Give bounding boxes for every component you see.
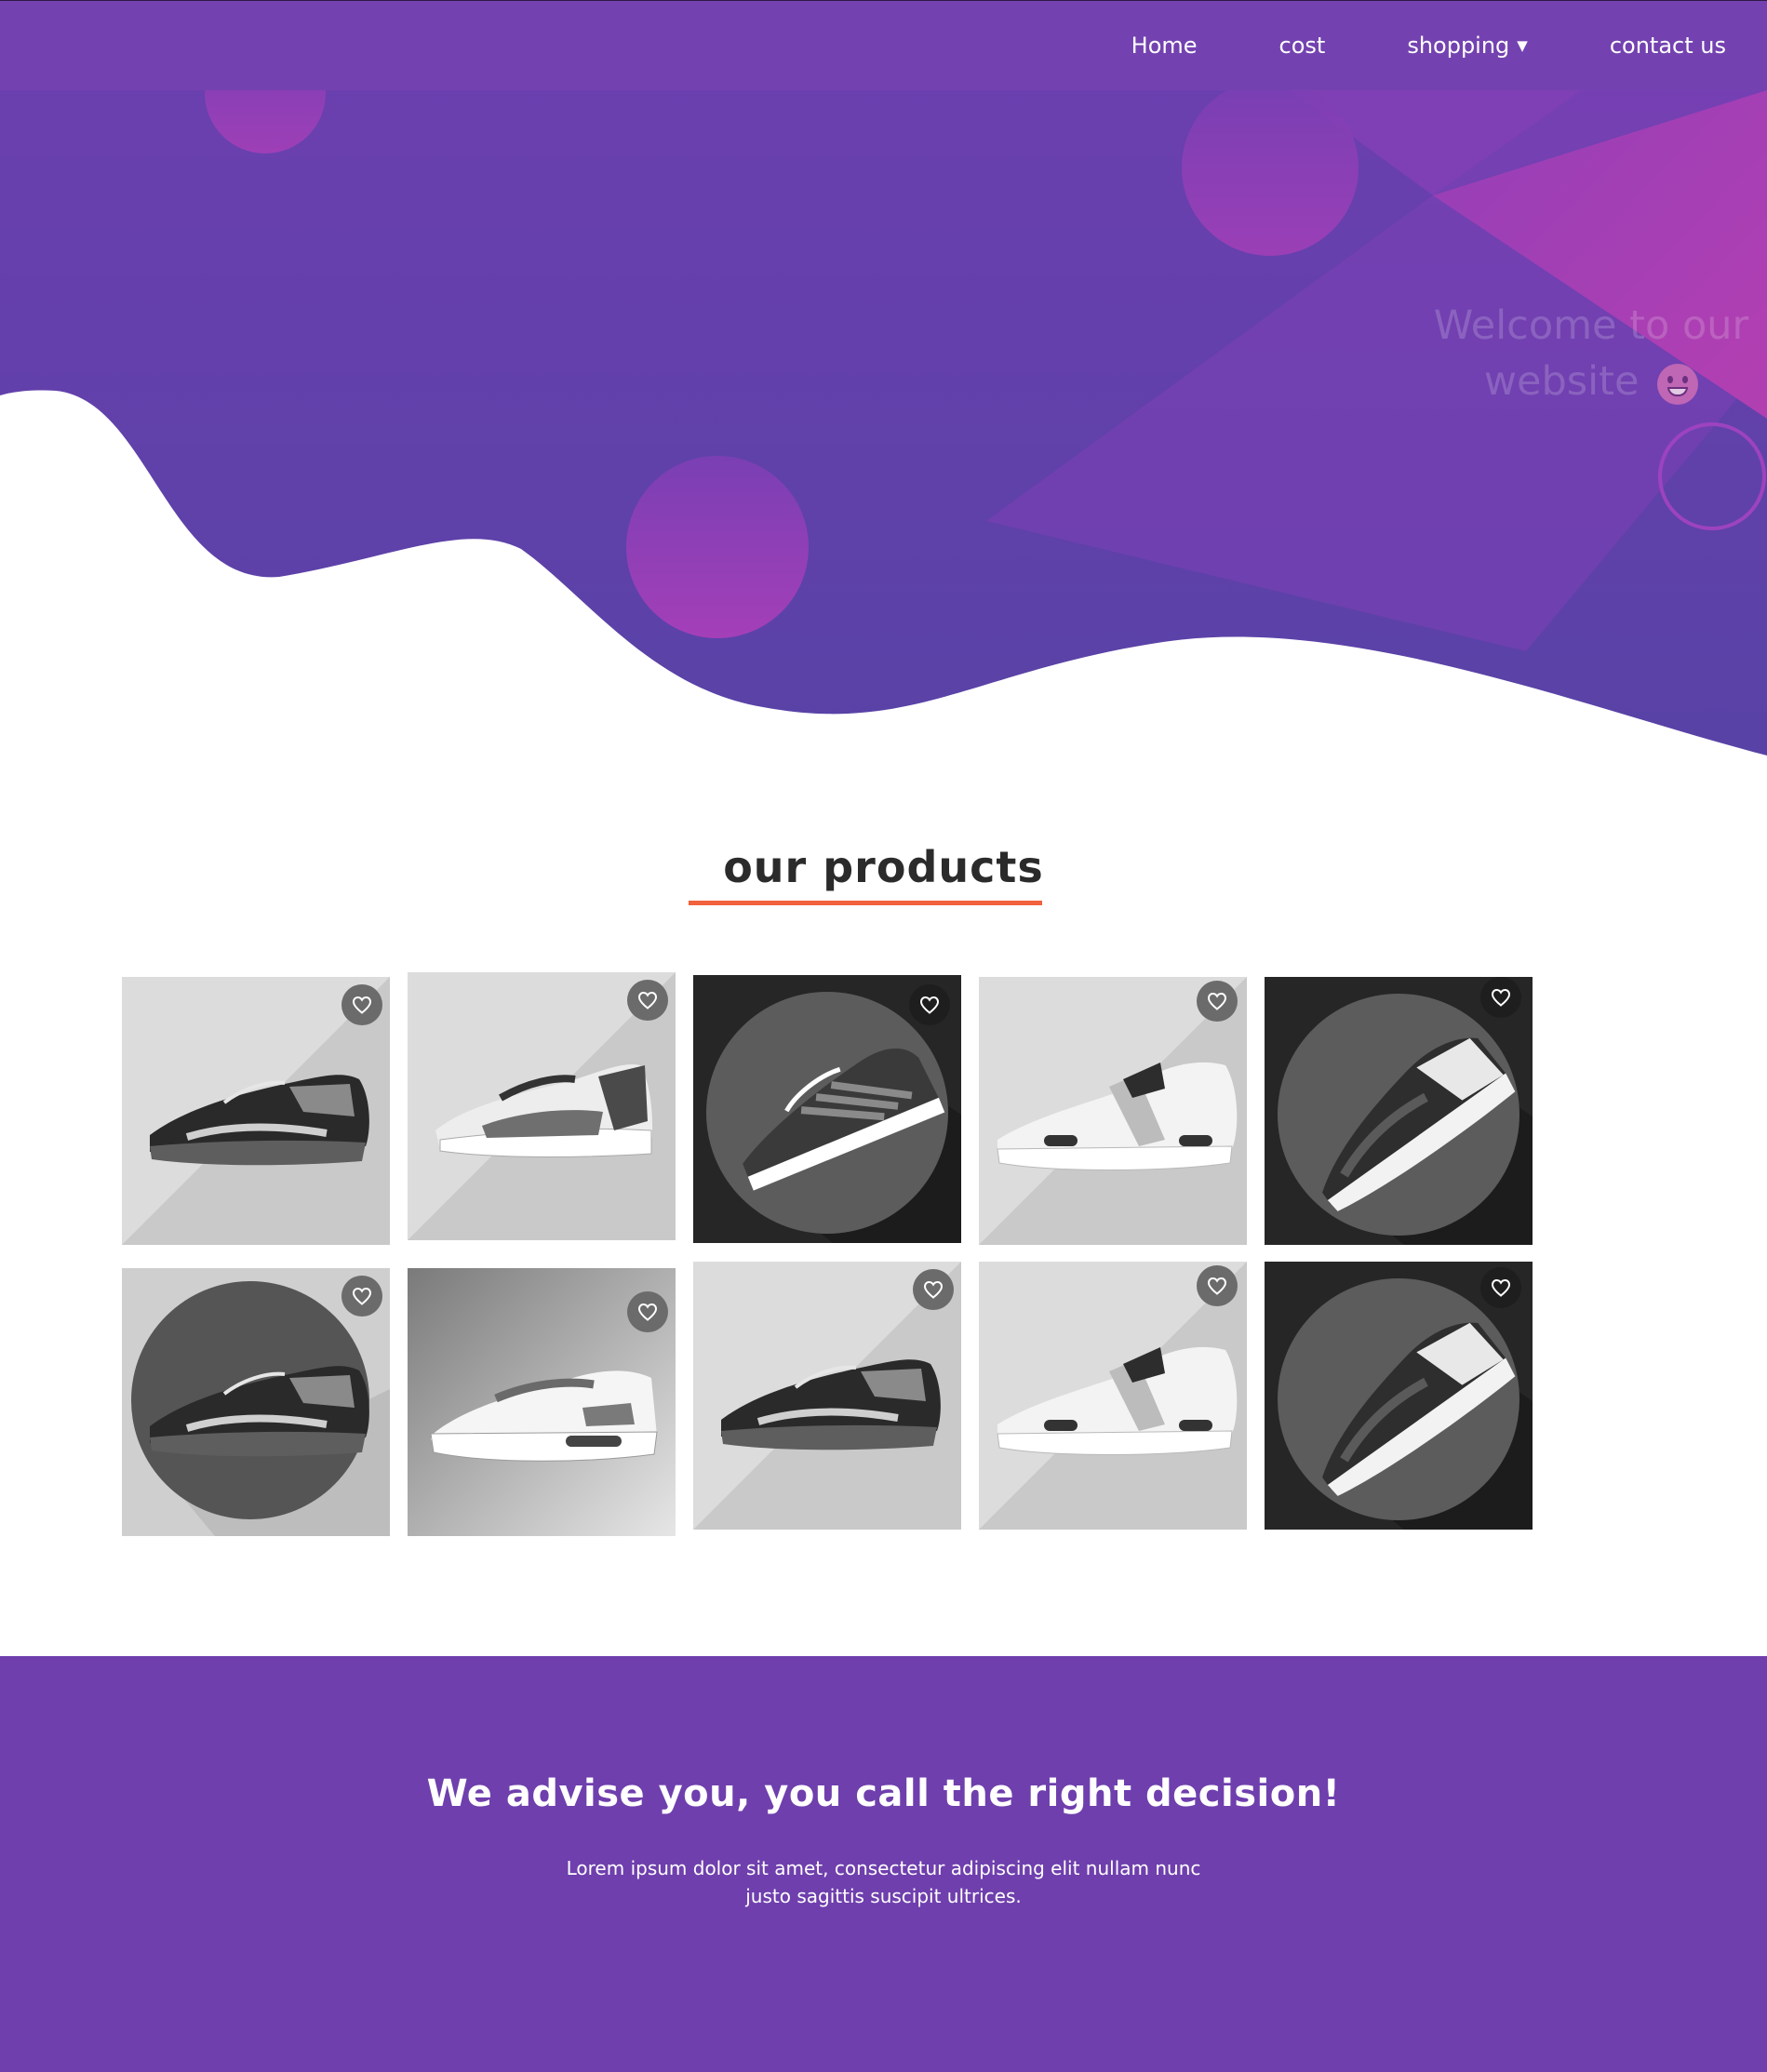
product-card[interactable] [693,975,961,1243]
product-card[interactable] [979,977,1247,1245]
welcome-message: Welcome to our website [1428,298,1754,409]
product-card[interactable] [408,972,676,1240]
heart-outline-icon [352,1287,372,1305]
product-card[interactable] [979,1262,1247,1530]
nav-cost-label: cost [1278,33,1326,59]
favorite-button[interactable] [909,984,950,1025]
nav-contact-label: contact us [1609,33,1726,59]
heart-outline-icon [1491,1278,1511,1297]
product-card[interactable] [1265,1262,1533,1530]
products-title: our products [723,842,1044,892]
caret-down-icon: ▼ [1517,37,1528,54]
heart-outline-icon [637,991,658,1009]
favorite-button[interactable] [1197,981,1238,1022]
heart-outline-icon [923,1280,944,1299]
nav-home-label: Home [1131,33,1198,59]
favorite-button[interactable] [1197,1265,1238,1306]
nav-home[interactable]: Home [1131,33,1198,59]
smiley-emoji-icon [1657,363,1699,405]
nav-contact-us[interactable]: contact us [1610,33,1726,59]
favorite-button[interactable] [627,980,668,1021]
heart-outline-icon [1207,992,1227,1010]
product-card[interactable] [1265,977,1533,1245]
product-card[interactable] [408,1268,676,1536]
heart-outline-icon [352,996,372,1014]
product-card[interactable] [122,977,390,1245]
favorite-button[interactable] [627,1291,668,1332]
product-card[interactable] [122,1268,390,1536]
advice-section: We advise you, you call the right decisi… [0,1656,1767,2072]
nav-shopping-dropdown[interactable]: shopping ▼ [1407,33,1528,59]
favorite-button[interactable] [341,984,382,1025]
nav-cost[interactable]: cost [1279,33,1326,59]
product-card[interactable] [693,1262,961,1530]
advice-heading: We advise you, you call the right decisi… [426,1772,1341,1815]
heart-outline-icon [1207,1277,1227,1295]
heart-outline-icon [1491,988,1511,1007]
favorite-button[interactable] [1480,1267,1521,1308]
favorite-button[interactable] [1480,977,1521,1018]
heart-outline-icon [919,996,940,1014]
favorite-button[interactable] [913,1269,954,1310]
top-navigation: Home cost shopping ▼ contact us [0,0,1767,90]
welcome-text: Welcome to our website [1433,302,1749,405]
shoe-black-huarache-image [1265,977,1533,1245]
nav-shopping-label: shopping [1407,33,1510,59]
favorite-button[interactable] [341,1276,382,1317]
advice-text: Lorem ipsum dolor sit amet, consectetur … [566,1857,1201,1907]
heart-outline-icon [637,1303,658,1321]
products-title-underline [689,901,1042,905]
